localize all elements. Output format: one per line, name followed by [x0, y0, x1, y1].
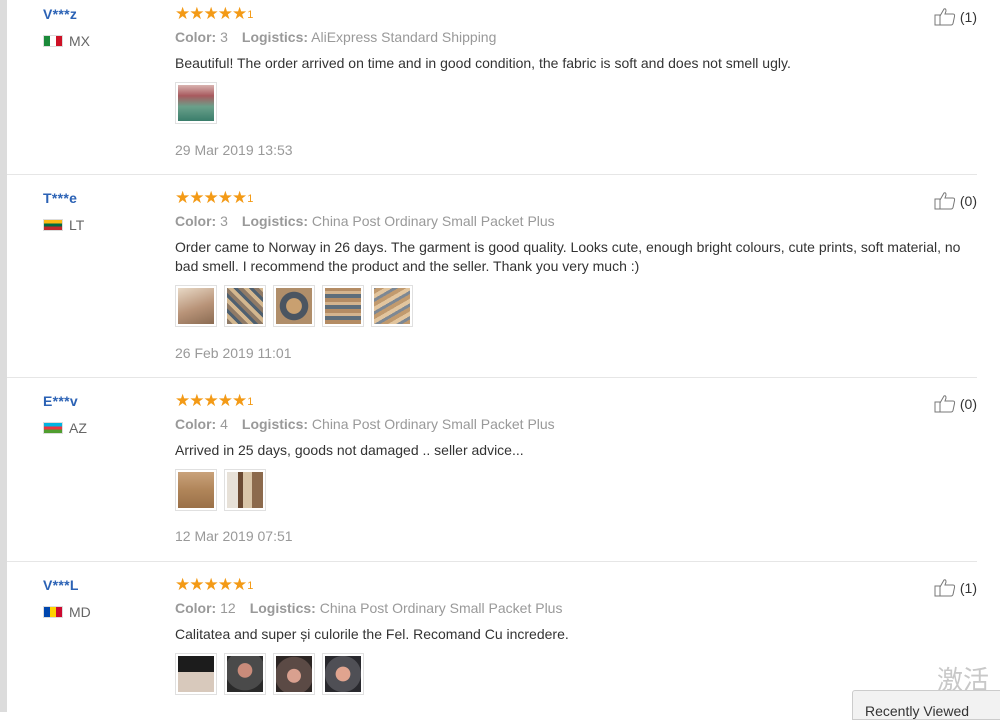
color-label: Color: — [175, 29, 217, 45]
recently-viewed-tab[interactable]: Recently Viewed — [852, 690, 1000, 720]
color-label: Color: — [175, 213, 217, 229]
logistics-label: Logistics: — [241, 416, 309, 432]
review-photo-thumbnail[interactable] — [322, 285, 364, 327]
review-text: Arrived in 25 days, goods not damaged ..… — [175, 442, 524, 458]
star-rating-suffix: 1 — [247, 192, 253, 205]
logistics-value: China Post Ordinary Small Packet Plus — [311, 416, 555, 432]
review-photo-thumbnail[interactable] — [224, 653, 266, 695]
logistics-value: China Post Ordinary Small Packet Plus — [311, 213, 555, 229]
reviewer-name[interactable]: V***L — [43, 577, 79, 593]
review-item: E***v AZ ★★★★★1 Color: 4 Logistics: China… — [7, 387, 977, 562]
reviewer-country: LT — [43, 217, 84, 233]
reviewer-name[interactable]: E***v — [43, 393, 78, 409]
moldova-flag-icon — [43, 606, 63, 618]
thumbs-up-icon — [934, 192, 955, 210]
stars-icon: ★★★★★ — [175, 4, 247, 23]
star-rating-suffix: 1 — [247, 8, 253, 21]
review-photos — [175, 653, 364, 695]
review-photo-thumbnail[interactable] — [273, 285, 315, 327]
review-photo-thumbnail[interactable] — [224, 285, 266, 327]
country-code: LT — [69, 217, 85, 233]
review-item: T***e LT ★★★★★1 Color: 3 Logistics: China… — [7, 184, 977, 378]
thumbs-up-icon — [934, 395, 955, 413]
helpful-count: (0) — [959, 192, 977, 209]
azerbaijan-flag-icon — [43, 422, 63, 434]
star-rating-suffix: 1 — [247, 579, 253, 592]
review-photo-thumbnail[interactable] — [224, 469, 266, 511]
reviewer-country: AZ — [43, 420, 87, 436]
color-value: 4 — [220, 416, 228, 432]
review-photos — [175, 82, 217, 124]
reviewer-country: MX — [43, 33, 90, 49]
review-meta: Color: 4 Logistics: China Post Ordinary S… — [175, 416, 555, 432]
country-code: AZ — [69, 420, 87, 436]
review-meta: Color: 3 Logistics: China Post Ordinary S… — [175, 213, 555, 229]
review-text: Calitatea and super și culorile the Fel.… — [175, 626, 569, 642]
review-photos — [175, 469, 266, 511]
page-left-edge — [0, 0, 7, 712]
color-value: 12 — [220, 600, 236, 616]
review-photo-thumbnail[interactable] — [175, 82, 217, 124]
logistics-label: Logistics: — [241, 213, 309, 229]
star-rating: ★★★★★1 — [175, 4, 253, 24]
review-divider — [7, 174, 977, 175]
helpful-button[interactable]: (0) — [934, 191, 977, 210]
helpful-button[interactable]: (0) — [934, 394, 977, 413]
review-meta: Color: 12 Logistics: China Post Ordinary … — [175, 600, 562, 616]
country-code: MD — [69, 604, 91, 620]
stars-icon: ★★★★★ — [175, 391, 247, 410]
color-label: Color: — [175, 600, 217, 616]
logistics-value: China Post Ordinary Small Packet Plus — [319, 600, 563, 616]
review-date: 29 Mar 2019 13:53 — [175, 142, 293, 158]
reviewer-name[interactable]: T***e — [43, 190, 77, 206]
review-text: Beautiful! The order arrived on time and… — [175, 55, 791, 71]
star-rating: ★★★★★1 — [175, 188, 253, 208]
helpful-count: (1) — [959, 8, 977, 25]
review-meta: Color: 3 Logistics: AliExpress Standard S… — [175, 29, 496, 45]
review-item: V***L MD ★★★★★1 Color: 12 Logistics: Chin… — [7, 571, 977, 712]
reviewer-name[interactable]: V***z — [43, 6, 77, 22]
review-photo-thumbnail[interactable] — [175, 653, 217, 695]
helpful-button[interactable]: (1) — [934, 7, 977, 26]
review-item: V***z MX ★★★★★1 Color: 3 Logistics: AliEx… — [7, 0, 977, 175]
review-photo-thumbnail[interactable] — [371, 285, 413, 327]
review-photos — [175, 285, 413, 327]
review-text: Order came to Norway in 26 days. The gar… — [175, 239, 961, 274]
color-value: 3 — [220, 29, 228, 45]
review-date: 12 Mar 2019 07:51 — [175, 528, 293, 544]
logistics-value: AliExpress Standard Shipping — [311, 29, 497, 45]
lithuania-flag-icon — [43, 219, 63, 231]
country-code: MX — [69, 33, 90, 49]
review-photo-thumbnail[interactable] — [175, 469, 217, 511]
star-rating-suffix: 1 — [247, 395, 253, 408]
reviewer-country: MD — [43, 604, 91, 620]
review-photo-thumbnail[interactable] — [322, 653, 364, 695]
star-rating: ★★★★★1 — [175, 391, 253, 411]
logistics-label: Logistics: — [241, 29, 309, 45]
helpful-button[interactable]: (1) — [934, 578, 977, 597]
review-photo-thumbnail[interactable] — [273, 653, 315, 695]
review-divider — [7, 377, 977, 378]
stars-icon: ★★★★★ — [175, 188, 247, 207]
color-label: Color: — [175, 416, 217, 432]
star-rating: ★★★★★1 — [175, 575, 253, 595]
review-photo-thumbnail[interactable] — [175, 285, 217, 327]
stars-icon: ★★★★★ — [175, 575, 247, 594]
review-divider — [7, 561, 977, 562]
helpful-count: (0) — [959, 395, 977, 412]
color-value: 3 — [220, 213, 228, 229]
review-date: 26 Feb 2019 11:01 — [175, 345, 292, 361]
helpful-count: (1) — [959, 579, 977, 596]
thumbs-up-icon — [934, 579, 955, 597]
thumbs-up-icon — [934, 8, 955, 26]
logistics-label: Logistics: — [249, 600, 316, 616]
mexico-flag-icon — [43, 35, 63, 47]
